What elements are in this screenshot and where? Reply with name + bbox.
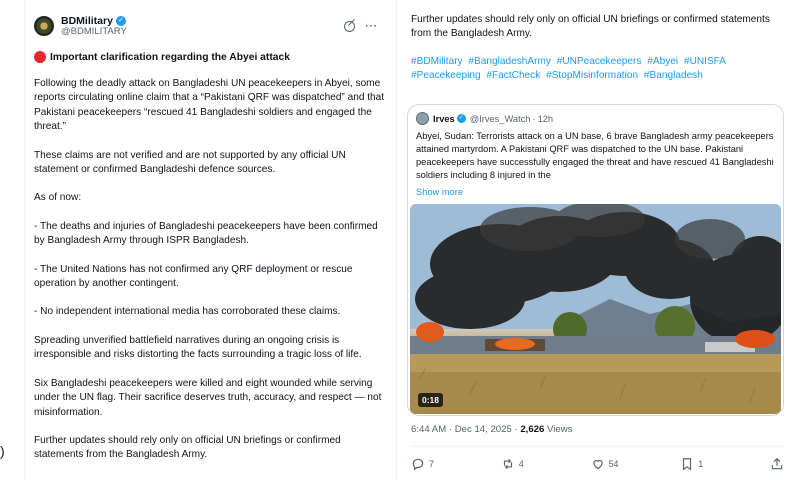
post-header-tools: ⋯	[343, 18, 387, 34]
hashtag-link[interactable]: #UNISFA	[684, 56, 726, 67]
video-duration-badge: 0:18	[418, 393, 444, 407]
post-paragraph: Six Bangladeshi peacekeepers were killed…	[34, 377, 382, 418]
author-handle[interactable]: @BDMILITARY	[61, 26, 127, 38]
post-paragraph: Spreading unverified battlefield narrati…	[34, 334, 362, 361]
repost-icon	[503, 458, 512, 469]
post-paragraph: - No independent international media has…	[34, 306, 341, 318]
alert-dot-icon	[34, 51, 46, 63]
hashtag-link[interactable]: #BDMilitary	[411, 56, 463, 67]
repost-count: 4	[518, 458, 524, 469]
bookmark-count: 1	[698, 458, 704, 469]
verified-badge-icon: ✓	[456, 114, 466, 123]
post-paragraph: - The deaths and injuries of Bangladeshi…	[34, 220, 378, 247]
action-bar: 7 4 54 1	[411, 446, 784, 480]
post-paragraph: Following the deadly attack on Banglades…	[34, 78, 385, 133]
views-count: 2,626	[520, 424, 545, 435]
like-button[interactable]: 54	[591, 457, 681, 471]
grok-icon[interactable]	[343, 20, 355, 32]
hashtag-list: #BDMilitary #BangladeshArmy #UNPeacekeep…	[411, 55, 783, 84]
quoted-post[interactable]: Irves ✓ @Irves_Watch · 12h Abyei, Sudan:…	[407, 104, 784, 416]
views-label: Views	[544, 424, 573, 435]
edge-glyph: )	[0, 443, 5, 459]
like-icon	[592, 459, 603, 469]
post-paragraph: - The United Nations has not confirmed a…	[34, 263, 353, 290]
quoted-post-time[interactable]: 12h	[538, 114, 554, 124]
more-icon[interactable]: ⋯	[365, 18, 379, 34]
post-meta: 6:44 AM · Dec 14, 2025 · 2,626 Views	[411, 424, 572, 435]
verified-badge-icon: ✓	[115, 15, 126, 26]
reply-icon	[412, 458, 424, 470]
post-paragraph: As of now:	[34, 192, 82, 204]
quoted-post-header: Irves ✓ @Irves_Watch · 12h	[416, 112, 773, 125]
video-thumbnail	[410, 204, 781, 414]
continued-text: Further updates should rely only on offi…	[411, 14, 770, 40]
post-continuation: Further updates should rely only on offi…	[397, 0, 800, 480]
hashtag-link[interactable]: #Peacekeeping	[411, 70, 481, 81]
hashtag-link[interactable]: #FactCheck	[486, 70, 540, 81]
avatar[interactable]	[34, 16, 54, 36]
post-timestamp[interactable]: 6:44 AM · Dec 14, 2025 ·	[411, 424, 520, 435]
repost-button[interactable]: 4	[501, 457, 591, 471]
post-paragraph: Further updates should rely only on offi…	[34, 434, 341, 461]
share-button[interactable]	[770, 457, 784, 471]
author-names: BDMilitary ✓ @BDMILITARY	[61, 15, 127, 38]
quoted-post-text: Abyei, Sudan: Terrorists attack on a UN …	[416, 131, 774, 180]
quoted-author-name[interactable]: Irves	[433, 114, 455, 124]
post-paragraph: These claims are not verified and are no…	[34, 149, 346, 176]
bookmark-icon	[683, 457, 692, 470]
hashtag-link[interactable]: #BangladeshArmy	[468, 56, 550, 67]
show-more-link[interactable]: Show more	[416, 187, 463, 197]
bookmark-button[interactable]: 1	[680, 457, 770, 471]
like-count: 54	[608, 458, 619, 469]
hashtag-link[interactable]: #Bangladesh	[644, 70, 703, 81]
author-display-name[interactable]: BDMilitary ✓	[61, 15, 127, 27]
headline-text: Important clarification regarding the Ab…	[50, 51, 290, 63]
post-header: BDMilitary ✓ @BDMILITARY ⋯	[34, 10, 386, 42]
main-post: BDMilitary ✓ @BDMILITARY ⋯ Important cla…	[24, 0, 397, 480]
hashtag-link[interactable]: #UNPeacekeepers	[557, 56, 642, 67]
quoted-avatar[interactable]	[416, 112, 429, 125]
author-name-text[interactable]: BDMilitary	[61, 15, 113, 27]
reply-count: 7	[429, 458, 435, 469]
video-player[interactable]: 0:18	[410, 204, 781, 414]
hashtag-link[interactable]: #Abyei	[647, 56, 678, 67]
reply-button[interactable]: 7	[411, 457, 501, 471]
quoted-author-handle[interactable]: @Irves_Watch	[470, 114, 531, 124]
share-icon	[771, 457, 783, 469]
hashtag-link[interactable]: #StopMisinformation	[546, 70, 638, 81]
separator-dot: ·	[532, 113, 536, 124]
post-headline: Important clarification regarding the Ab…	[34, 51, 386, 63]
